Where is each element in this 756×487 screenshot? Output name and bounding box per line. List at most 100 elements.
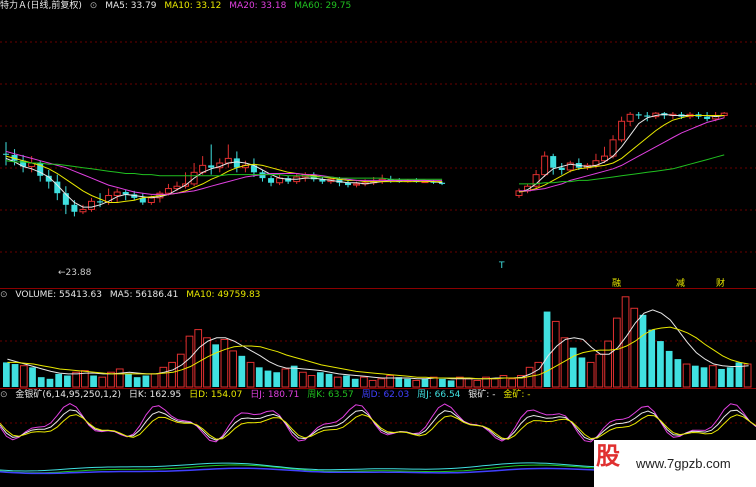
ma10-line [5,115,725,203]
silver-readout: 银矿: - [468,390,496,400]
volume-bar [708,365,717,388]
volume-bar [203,337,211,388]
price-chart[interactable] [0,0,756,288]
event-marker-margin[interactable]: 融 [612,276,621,288]
volume-ma5-readout: MA5: 56186.41 [109,290,179,300]
volume-bar [674,359,682,387]
volume-bar [743,363,752,388]
volume-bar [90,375,97,387]
candle-body [626,113,634,122]
volume-bar [29,367,36,387]
daily-j-line [0,403,756,443]
volume-bar [543,311,551,387]
volume-bar [621,296,630,388]
weekly-k-readout: 周K: 63.57 [307,390,354,400]
volume-bar [212,344,220,387]
volume-bar [412,379,421,388]
low-price-label: ←23.88 [58,268,91,278]
volume-bar [281,368,290,388]
volume-bar [273,372,281,387]
volume-bar [726,367,734,387]
volume-bar [682,363,691,388]
volume-bar [343,375,350,387]
volume-header: ⊙ VOLUME: 55413.63 MA5: 56186.41 MA10: 4… [0,289,756,301]
volume-bar [64,375,71,387]
volume-bar [185,335,194,388]
candle-body [550,156,557,168]
watermark-url: www.7gpzb.com [636,456,731,471]
volume-bar [473,379,482,388]
volume-bar [612,317,621,388]
candle-body [88,200,95,210]
volume-bar [246,361,255,388]
low-price-arrow: ← [58,268,66,278]
volume-bar [569,347,577,387]
volume-bar [168,361,176,388]
t-marker[interactable]: T [499,261,505,271]
volume-bar [299,371,307,388]
candle-body [233,158,240,168]
candle-body [618,120,626,141]
candle-body [541,155,549,176]
candle-body [164,188,172,194]
settings-icon[interactable]: ⊙ [90,1,98,11]
volume-bar [307,375,316,388]
event-marker-finance[interactable]: 财 [716,276,725,288]
event-marker-reduce[interactable]: 减 [676,276,685,288]
volume-bar [229,350,237,388]
volume-bar [238,355,246,387]
volume-chart[interactable] [0,289,756,388]
volume-bar [55,373,63,387]
stock-title[interactable]: 特力Ａ(日线,前复权) [0,1,82,11]
volume-panel[interactable] [0,289,756,388]
volume-bar [142,375,150,387]
volume-readout: VOLUME: 55413.63 [15,290,102,300]
volume-bar [107,371,115,388]
low-price-value: 23.88 [65,268,92,278]
volume-bar [490,378,499,388]
gold-readout: 金矿: - [503,390,531,400]
volume-bar [464,378,473,388]
indicator-name[interactable]: 金银矿(6,14,95,250,1,2) [15,390,121,400]
volume-bar [630,307,639,388]
volume-bar [316,372,324,387]
daily-j-readout: 日J: 180.71 [250,390,300,400]
candle-body [268,178,275,183]
settings-icon[interactable]: ⊙ [0,390,8,400]
main-chart-header: 特力Ａ(日线,前复权) ⊙ MA5: 33.79 MA10: 33.12 MA2… [0,0,756,12]
settings-icon[interactable]: ⊙ [0,290,8,300]
volume-bar [421,378,429,387]
volume-bar [595,353,604,388]
volume-bar [657,341,664,387]
volume-bar [11,364,19,387]
watermark-logo: 股 [596,442,620,470]
volume-bar [439,378,446,387]
ma60-readout: MA60: 29.75 [294,1,352,11]
ma5-readout: MA5: 33.79 [105,1,157,11]
volume-bar [508,378,517,388]
volume-bar [290,365,298,387]
volume-bar [551,320,560,388]
candle-body [644,115,651,117]
candle-body [353,183,361,186]
volume-bar [360,376,368,388]
daily-k-readout: 日K: 162.95 [128,390,182,400]
volume-bar [718,368,725,387]
volume-bar [255,367,263,387]
price-panel[interactable]: ←23.88 T 融 减 财 [0,0,756,288]
volume-bar [125,373,132,387]
volume-bar [447,380,455,387]
volume-bar [386,375,394,388]
volume-bar [325,373,333,387]
volume-bar [404,378,411,387]
candle-body [208,165,215,168]
ma10-readout: MA10: 33.12 [164,1,222,11]
volume-bar [150,373,159,388]
candle-body [97,201,104,203]
volume-bar [586,361,595,388]
volume-bar [395,377,403,387]
volume-bar [578,357,586,387]
volume-bar [368,379,377,388]
volume-bar [351,378,359,387]
volume-bar [264,370,272,387]
